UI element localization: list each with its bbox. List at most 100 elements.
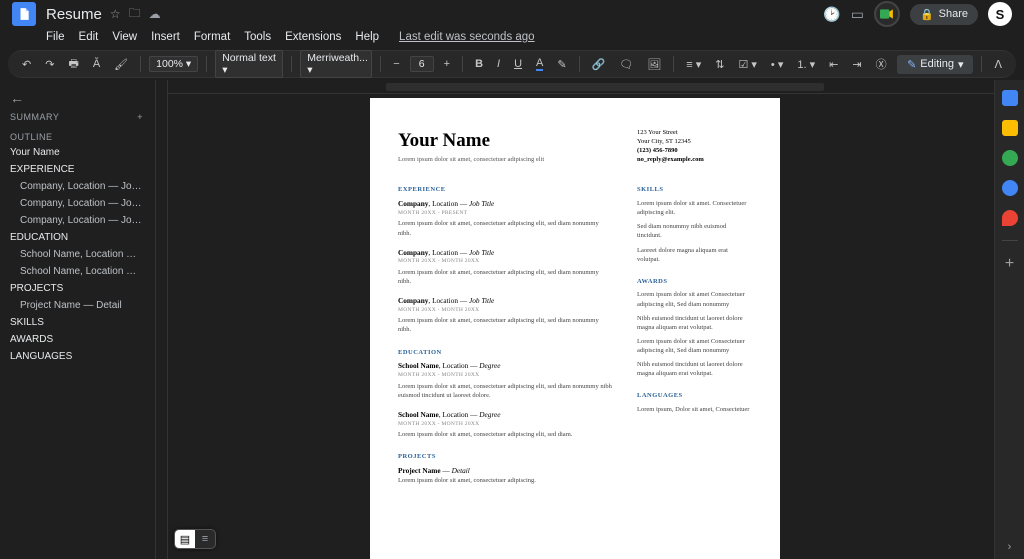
outline-item[interactable]: EDUCATION: [6, 229, 149, 246]
redo-icon[interactable]: ↷: [41, 56, 58, 73]
collapse-toolbar-icon[interactable]: ᐱ: [990, 56, 1006, 73]
add-summary-icon[interactable]: +: [137, 112, 143, 122]
outline-item[interactable]: PROJECTS: [6, 280, 149, 297]
outline-item[interactable]: Your Name: [6, 144, 149, 161]
app-header: Resume ☆ 🗀 ☁ 🕑 ▭ 🔒 Share S: [0, 0, 1024, 28]
move-folder-icon[interactable]: 🗀: [129, 4, 141, 25]
menu-edit[interactable]: Edit: [79, 31, 99, 43]
document-canvas[interactable]: Your Name Lorem ipsum dolor sit amet, co…: [156, 80, 994, 559]
award-line: Lorem ipsum dolor sit amet Consectetuer …: [637, 290, 752, 308]
menu-format[interactable]: Format: [194, 31, 230, 43]
summary-heading: SUMMARY: [10, 112, 59, 122]
cloud-status-icon[interactable]: ☁: [149, 7, 161, 21]
outline-item[interactable]: SKILLS: [6, 314, 149, 331]
menu-bar: File Edit View Insert Format Tools Exten…: [0, 28, 1024, 48]
menu-extensions[interactable]: Extensions: [285, 31, 341, 43]
outline-item[interactable]: Company, Location — Job Title: [6, 195, 149, 212]
insert-image-icon[interactable]: 🖼: [643, 56, 665, 73]
spellcheck-icon[interactable]: Ă: [89, 56, 104, 72]
section-experience: EXPERIENCE: [398, 186, 613, 195]
share-button[interactable]: 🔒 Share: [910, 4, 978, 25]
numbered-list-icon[interactable]: 1. ▾: [793, 56, 819, 73]
fontsize-input[interactable]: 6: [410, 56, 434, 72]
print-icon[interactable]: 🖶: [64, 53, 82, 76]
menu-view[interactable]: View: [112, 31, 137, 43]
outline-item[interactable]: School Name, Location — Degr...: [6, 246, 149, 263]
horizontal-ruler[interactable]: [168, 80, 994, 94]
side-panel: + ›: [994, 80, 1024, 559]
contacts-icon[interactable]: [1002, 180, 1018, 196]
menu-insert[interactable]: Insert: [151, 31, 180, 43]
indent-dec-icon[interactable]: ⇤: [825, 56, 842, 73]
document-title[interactable]: Resume: [46, 6, 102, 23]
languages-body: Lorem ipsum, Dolor sit amet, Consectetue…: [637, 405, 752, 414]
outline-pane: ← SUMMARY + OUTLINE Your NameEXPERIENCEC…: [0, 80, 156, 559]
job-heading: Company, Location — Job Title: [398, 296, 613, 306]
outline-item[interactable]: Project Name — Detail: [6, 297, 149, 314]
underline-icon[interactable]: U: [510, 56, 526, 72]
section-projects: PROJECTS: [398, 453, 613, 462]
history-icon[interactable]: 🕑: [823, 6, 840, 23]
zoom-select[interactable]: 100% ▾: [149, 56, 198, 72]
outline-item[interactable]: EXPERIENCE: [6, 161, 149, 178]
tasks-icon[interactable]: [1002, 150, 1018, 166]
line-spacing-icon[interactable]: ⇅: [711, 56, 728, 73]
add-addon-icon[interactable]: +: [1005, 255, 1014, 273]
text-color-icon[interactable]: A: [532, 55, 547, 73]
insert-comment-icon[interactable]: 🗨: [615, 56, 637, 73]
menu-help[interactable]: Help: [355, 31, 379, 43]
fontsize-dec-icon[interactable]: −: [389, 56, 403, 72]
keep-icon[interactable]: [1002, 120, 1018, 136]
menu-tools[interactable]: Tools: [244, 31, 271, 43]
school-heading: School Name, Location — Degree: [398, 361, 613, 371]
star-icon[interactable]: ☆: [110, 7, 121, 21]
indent-inc-icon[interactable]: ⇥: [848, 56, 865, 73]
skill-line: Sed diam nonummy nibh euismod tincidunt.: [637, 222, 752, 240]
undo-icon[interactable]: ↶: [18, 56, 35, 73]
document-page[interactable]: Your Name Lorem ipsum dolor sit amet, co…: [370, 98, 780, 559]
outline-item[interactable]: AWARDS: [6, 331, 149, 348]
job-body: Lorem ipsum dolor sit amet, consectetuer…: [398, 316, 613, 334]
project-body: Lorem ipsum dolor sit amet, consectetuer…: [398, 476, 613, 485]
italic-icon[interactable]: I: [493, 56, 504, 72]
meet-button[interactable]: [874, 1, 900, 27]
bold-icon[interactable]: B: [471, 56, 487, 72]
outline-item[interactable]: Company, Location — Job Title: [6, 178, 149, 195]
job-heading: Company, Location — Job Title: [398, 248, 613, 258]
fontsize-inc-icon[interactable]: +: [440, 56, 454, 72]
highlight-icon[interactable]: ✎: [553, 56, 570, 73]
menu-file[interactable]: File: [46, 31, 65, 43]
docs-logo-icon[interactable]: [12, 2, 36, 26]
pencil-icon: ✎: [907, 58, 916, 71]
school-body: Lorem ipsum dolor sit amet, consectetuer…: [398, 382, 613, 400]
comments-icon[interactable]: ▭: [851, 6, 864, 23]
checklist-icon[interactable]: ☑ ▾: [734, 56, 760, 73]
outline-item[interactable]: LANGUAGES: [6, 348, 149, 365]
section-skills: SKILLS: [637, 186, 752, 195]
contact-block: 123 Your Street Your City, ST 12345 (123…: [637, 128, 752, 164]
paint-format-icon[interactable]: 🖌: [110, 56, 132, 73]
chevron-down-icon: ▾: [958, 58, 964, 71]
vertical-ruler[interactable]: [156, 80, 168, 559]
toolbar: ↶ ↷ 🖶 Ă 🖌 100% ▾ Normal text ▾ Merriweat…: [8, 50, 1016, 78]
outline-item[interactable]: Company, Location — Job Title: [6, 212, 149, 229]
view-mode-toggle[interactable]: ▤ ≡: [174, 529, 216, 549]
editing-mode-button[interactable]: ✎ Editing ▾: [897, 55, 973, 74]
last-edit-status[interactable]: Last edit was seconds ago: [399, 31, 535, 43]
hide-outline-icon[interactable]: ≡: [195, 530, 215, 548]
account-avatar[interactable]: S: [988, 2, 1012, 26]
resume-tagline: Lorem ipsum dolor sit amet, consectetuer…: [398, 156, 613, 165]
paragraph-style-select[interactable]: Normal text ▾: [215, 50, 283, 78]
outline-item[interactable]: School Name, Location — Degr...: [6, 263, 149, 280]
bulleted-list-icon[interactable]: • ▾: [767, 56, 787, 73]
insert-link-icon[interactable]: 🔗: [588, 56, 610, 73]
calendar-icon[interactable]: [1002, 90, 1018, 106]
skill-line: Lorem ipsum dolor sit amet. Consectetuer…: [637, 199, 752, 217]
clear-format-icon[interactable]: Ⓧ: [872, 54, 891, 74]
align-icon[interactable]: ≡ ▾: [682, 56, 705, 73]
font-select[interactable]: Merriweath... ▾: [300, 50, 372, 78]
outline-back-icon[interactable]: ←: [6, 88, 149, 108]
side-panel-collapse-icon[interactable]: ›: [1008, 541, 1012, 559]
maps-icon[interactable]: [1002, 210, 1018, 226]
show-outline-icon[interactable]: ▤: [175, 530, 195, 548]
